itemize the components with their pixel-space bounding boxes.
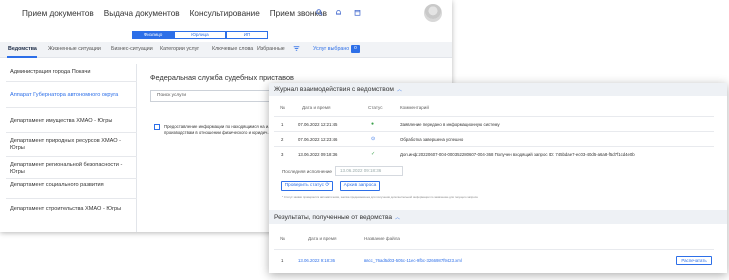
selected-services-link[interactable]: Услуг выбрано [313, 46, 349, 52]
results-header[interactable]: Результаты, полученные от ведомства ︿ [269, 210, 727, 224]
journal-header[interactable]: Журнал взаимодействия с ведомством ︿ [269, 83, 727, 96]
top-navigation: Прием документов Выдача документов Консу… [22, 9, 327, 18]
bell-icon[interactable] [335, 9, 342, 18]
last-check-field[interactable]: 13.06.2022 09:18:36 [335, 166, 403, 176]
row-comment: Доп.инф:20220607-004-000352280607-004-36… [400, 152, 635, 157]
selected-count-badge: 0 [351, 45, 360, 53]
department-item[interactable]: Департамент региональной безопасности - … [6, 162, 137, 176]
tab-favorites[interactable]: Избранные [257, 46, 285, 52]
table-row: 1 13.06.2022 9:18:36 ввсс_76ad5d03-505c-… [274, 249, 714, 271]
table-row: 3 13.06.2022 09:18:36 ✓ Доп.инф:20220607… [274, 146, 714, 161]
journal-table-header: № Дата и время Статус Комментарий [274, 102, 714, 112]
nav-item-issue[interactable]: Выдача документов [104, 9, 180, 18]
department-item[interactable]: Департамент строительства ХМАО - Югры [6, 206, 137, 213]
divider [6, 178, 137, 179]
divider [6, 132, 137, 133]
department-title: Федеральная служба судебных приставов [150, 73, 294, 82]
results-table-header: № Дата и время Название файла [274, 233, 714, 243]
row-datetime: 13.06.2022 9:18:36 [298, 258, 336, 263]
active-tab-indicator [7, 56, 37, 58]
department-item-active[interactable]: Аппарат Губернатора автономного округа [6, 92, 137, 99]
journal-title: Журнал взаимодействия с ведомством ︿ [274, 86, 402, 93]
column-header: Комментарий [400, 105, 429, 110]
divider [6, 107, 137, 108]
divider [6, 81, 137, 82]
status-processed-icon: ⊙ [371, 136, 376, 142]
segment-legal[interactable]: Юрлица [174, 31, 226, 39]
file-link[interactable]: ввсс_76ad5d03-505c-11ec-9fbc-3266987f942… [364, 258, 462, 263]
status-success-icon: ● [371, 121, 375, 127]
column-header: № [280, 236, 285, 241]
row-number: 1 [281, 122, 284, 127]
department-item[interactable]: Департамент имущества ХМАО - Югры [6, 118, 137, 125]
tab-departments[interactable]: Ведомства [8, 46, 37, 52]
nav-item-consulting[interactable]: Консультирование [190, 9, 260, 18]
results-title: Результаты, полученные от ведомства ︿ [274, 214, 401, 221]
row-number: 3 [281, 152, 284, 157]
last-check-label: Последняя исполнение [282, 169, 332, 174]
chevron-up-icon[interactable]: ︿ [395, 215, 400, 221]
segment-individual[interactable]: Физлицо [132, 31, 174, 39]
segment-entrepreneur[interactable]: ИП [226, 31, 268, 39]
row-comment: Заявление передано в информационную сист… [400, 122, 500, 127]
top-bar: Прием документов Выдача документов Консу… [0, 0, 452, 30]
divider [6, 198, 137, 199]
row-datetime: 07.06.2022 12:23:46 [298, 137, 338, 142]
column-header: № [280, 105, 285, 110]
row-number: 2 [281, 137, 284, 142]
department-item[interactable]: Департамент социального развития [6, 182, 137, 189]
row-comment: Обработка завершена успешно [400, 137, 464, 142]
status-received-icon: ✓ [371, 151, 376, 157]
tab-keywords[interactable]: Ключевые слова [212, 46, 253, 52]
departments-list: Администрация города Покачи Аппарат Губе… [6, 64, 137, 232]
column-header: Название файла [364, 236, 400, 241]
department-item[interactable]: Администрация города Покачи [6, 69, 137, 76]
table-row: 2 07.06.2022 12:23:46 ⊙ Обработка заверш… [274, 131, 714, 146]
column-header: Статус [368, 105, 383, 110]
department-item[interactable]: Департамент природных ресурсов ХМАО - Юг… [6, 138, 137, 152]
row-datetime: 07.06.2022 12:21:45 [298, 122, 338, 127]
divider [6, 156, 137, 157]
status-note: * Статус заявки проверяется автоматическ… [282, 195, 478, 199]
user-avatar[interactable] [424, 4, 442, 22]
tab-life-situations[interactable]: Жизненные ситуации [48, 46, 101, 52]
refresh-icon: ⟳ [325, 183, 330, 188]
check-status-button[interactable]: Проверить статус ⟳ [281, 181, 333, 191]
header-icons [316, 9, 361, 18]
column-header: Дата и время [308, 236, 337, 241]
interaction-journal-window: Журнал взаимодействия с ведомством ︿ № Да… [269, 83, 727, 273]
service-name[interactable]: Предоставление информации по находящимся… [164, 124, 274, 136]
catalog-tabs: Ведомства Жизненные ситуации Бизнес-ситу… [0, 42, 452, 58]
nav-item-intake[interactable]: Прием документов [22, 9, 94, 18]
row-number: 1 [281, 258, 284, 263]
tab-business-situations[interactable]: Бизнес-ситуации [111, 46, 153, 52]
search-icon[interactable] [316, 9, 323, 18]
row-datetime: 13.06.2022 09:18:36 [298, 152, 338, 157]
print-button[interactable]: Распечатать [676, 256, 712, 265]
calendar-icon[interactable] [354, 9, 361, 18]
service-checkbox[interactable] [154, 124, 160, 130]
request-archive-button[interactable]: Архив запроса [340, 181, 380, 191]
applicant-type-switch: Физлицо Юрлица ИП [0, 30, 452, 42]
tab-service-categories[interactable]: Категории услуг [160, 46, 199, 52]
column-header: Дата и время [302, 105, 331, 110]
filter-icon[interactable] [293, 45, 300, 54]
table-row: 1 07.06.2022 12:21:45 ● Заявление переда… [274, 116, 714, 131]
chevron-up-icon[interactable]: ︿ [397, 87, 402, 93]
